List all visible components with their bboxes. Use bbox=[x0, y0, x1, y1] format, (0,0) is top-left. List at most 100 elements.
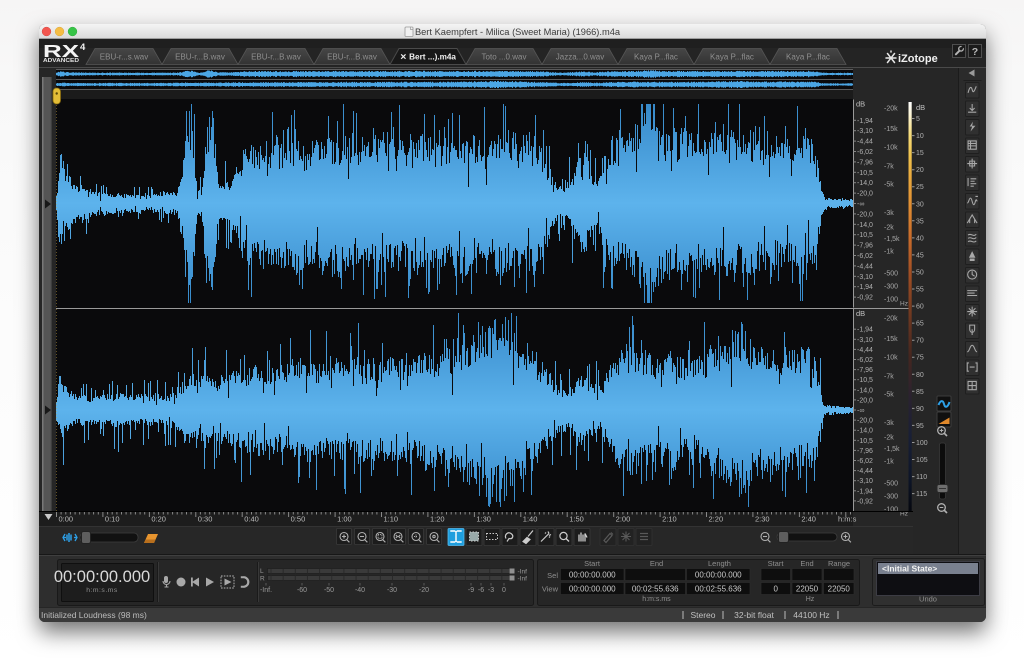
svg-text:2:10: 2:10 bbox=[662, 515, 677, 524]
svg-text:-6: -6 bbox=[478, 587, 484, 594]
svg-text:20: 20 bbox=[916, 167, 924, 174]
svg-text:2:40: 2:40 bbox=[801, 515, 816, 524]
svg-text:-7k: -7k bbox=[884, 374, 894, 381]
svg-text:Undo: Undo bbox=[919, 595, 937, 604]
svg-text:-2k: -2k bbox=[884, 435, 894, 442]
svg-text:-15k: -15k bbox=[884, 126, 898, 133]
svg-text:-1,94: -1,94 bbox=[857, 284, 873, 291]
svg-text:0: 0 bbox=[502, 587, 506, 594]
svg-text:?: ? bbox=[972, 46, 978, 58]
svg-text:-7k: -7k bbox=[884, 164, 894, 171]
svg-text:dB: dB bbox=[856, 100, 865, 109]
svg-text:-15k: -15k bbox=[884, 336, 898, 343]
svg-text:-300: -300 bbox=[884, 284, 898, 291]
svg-text:R: R bbox=[260, 576, 265, 583]
svg-text:View: View bbox=[542, 585, 559, 594]
svg-text:-3,10: -3,10 bbox=[857, 478, 873, 485]
svg-text:-7,96: -7,96 bbox=[857, 243, 873, 250]
svg-text:95: 95 bbox=[916, 423, 924, 430]
svg-text:h:m:s.ms: h:m:s.ms bbox=[86, 587, 118, 594]
svg-text:-20,0: -20,0 bbox=[857, 211, 873, 218]
svg-text:-6,02: -6,02 bbox=[857, 253, 873, 260]
svg-text:-4,44: -4,44 bbox=[857, 139, 873, 146]
svg-text:Start: Start bbox=[768, 559, 785, 568]
svg-text:-300: -300 bbox=[884, 494, 898, 501]
svg-text:0:30: 0:30 bbox=[198, 515, 213, 524]
svg-text:-3,10: -3,10 bbox=[857, 128, 873, 135]
svg-text:0:00: 0:00 bbox=[59, 515, 74, 524]
svg-text:115: 115 bbox=[916, 491, 927, 498]
svg-text:-6,02: -6,02 bbox=[857, 357, 873, 364]
svg-text:0:10: 0:10 bbox=[105, 515, 120, 524]
svg-text:105: 105 bbox=[916, 457, 928, 464]
svg-text:15: 15 bbox=[916, 150, 924, 157]
svg-text:-100: -100 bbox=[884, 297, 898, 304]
svg-text:-1k: -1k bbox=[884, 459, 894, 466]
svg-text:Kaya P...flac: Kaya P...flac bbox=[634, 53, 678, 62]
svg-text:-14,0: -14,0 bbox=[857, 428, 873, 435]
svg-text:1:20: 1:20 bbox=[430, 515, 445, 524]
svg-text:Start: Start bbox=[584, 559, 601, 568]
svg-text:End: End bbox=[800, 559, 813, 568]
svg-text:-3k: -3k bbox=[884, 210, 894, 217]
svg-text:Hz: Hz bbox=[806, 596, 815, 603]
svg-text:-0,92: -0,92 bbox=[857, 295, 873, 302]
svg-text:-6,02: -6,02 bbox=[857, 458, 873, 465]
svg-text:-14,0: -14,0 bbox=[857, 180, 873, 187]
svg-text:35: 35 bbox=[916, 218, 924, 225]
svg-text:Range: Range bbox=[828, 559, 850, 568]
svg-text:-4,44: -4,44 bbox=[857, 263, 873, 270]
svg-text:Kaya P...flac: Kaya P...flac bbox=[710, 53, 754, 62]
svg-text:-∞: -∞ bbox=[857, 201, 864, 208]
svg-text:Length: Length bbox=[708, 559, 731, 568]
svg-text:dB: dB bbox=[916, 103, 925, 112]
svg-text:-10,5: -10,5 bbox=[857, 232, 873, 239]
svg-text:-50: -50 bbox=[324, 587, 334, 594]
svg-text:-20,0: -20,0 bbox=[857, 397, 873, 404]
svg-text:EBU-r...s.wav: EBU-r...s.wav bbox=[100, 53, 148, 62]
svg-text:-20: -20 bbox=[419, 587, 429, 594]
svg-text:EBU-r...B.wav: EBU-r...B.wav bbox=[327, 53, 377, 62]
svg-text:-10,5: -10,5 bbox=[857, 377, 873, 384]
svg-text:h:m:s: h:m:s bbox=[838, 515, 857, 524]
svg-text:-20k: -20k bbox=[884, 316, 898, 323]
svg-text:-1,94: -1,94 bbox=[857, 488, 873, 495]
svg-text:0:20: 0:20 bbox=[151, 515, 166, 524]
svg-text:-3,10: -3,10 bbox=[857, 274, 873, 281]
svg-text:<Initial State>: <Initial State> bbox=[882, 564, 937, 574]
svg-text:-7,96: -7,96 bbox=[857, 159, 873, 166]
svg-text:5: 5 bbox=[916, 116, 920, 123]
svg-text:1:00: 1:00 bbox=[337, 515, 352, 524]
svg-text:25: 25 bbox=[916, 184, 924, 191]
svg-text:32-bit float: 32-bit float bbox=[734, 610, 774, 620]
svg-text:-500: -500 bbox=[884, 271, 898, 278]
svg-text:✕ Bert ...).m4a: ✕ Bert ...).m4a bbox=[400, 53, 456, 62]
svg-text:2:20: 2:20 bbox=[709, 515, 724, 524]
svg-text:80: 80 bbox=[916, 372, 924, 379]
svg-text:-3: -3 bbox=[488, 587, 494, 594]
svg-text:110: 110 bbox=[916, 474, 927, 481]
svg-text:1:30: 1:30 bbox=[476, 515, 491, 524]
svg-text:End: End bbox=[650, 559, 663, 568]
svg-text:-10,5: -10,5 bbox=[857, 438, 873, 445]
svg-text:55: 55 bbox=[916, 287, 924, 294]
svg-text:100: 100 bbox=[916, 440, 928, 447]
svg-text:-Inf.: -Inf. bbox=[260, 587, 272, 594]
svg-text:30: 30 bbox=[916, 201, 924, 208]
svg-text:-20,0: -20,0 bbox=[857, 418, 873, 425]
svg-text:75: 75 bbox=[916, 355, 924, 362]
svg-text:-1,94: -1,94 bbox=[857, 327, 873, 334]
svg-text:-14,0: -14,0 bbox=[857, 387, 873, 394]
svg-text:-4,44: -4,44 bbox=[857, 468, 873, 475]
svg-text:2:00: 2:00 bbox=[616, 515, 631, 524]
svg-text:22050: 22050 bbox=[796, 585, 819, 594]
svg-text:-60: -60 bbox=[297, 587, 307, 594]
svg-text:-4,44: -4,44 bbox=[857, 347, 873, 354]
svg-text:45: 45 bbox=[916, 252, 924, 259]
svg-text:00:00:00.000: 00:00:00.000 bbox=[695, 571, 742, 580]
svg-text:00:02:55.636: 00:02:55.636 bbox=[695, 585, 742, 594]
svg-text:-0,92: -0,92 bbox=[857, 498, 873, 505]
svg-text:90: 90 bbox=[916, 406, 924, 413]
svg-text:EBU-r...B.wav: EBU-r...B.wav bbox=[175, 53, 225, 62]
svg-text:-1,94: -1,94 bbox=[857, 118, 873, 125]
